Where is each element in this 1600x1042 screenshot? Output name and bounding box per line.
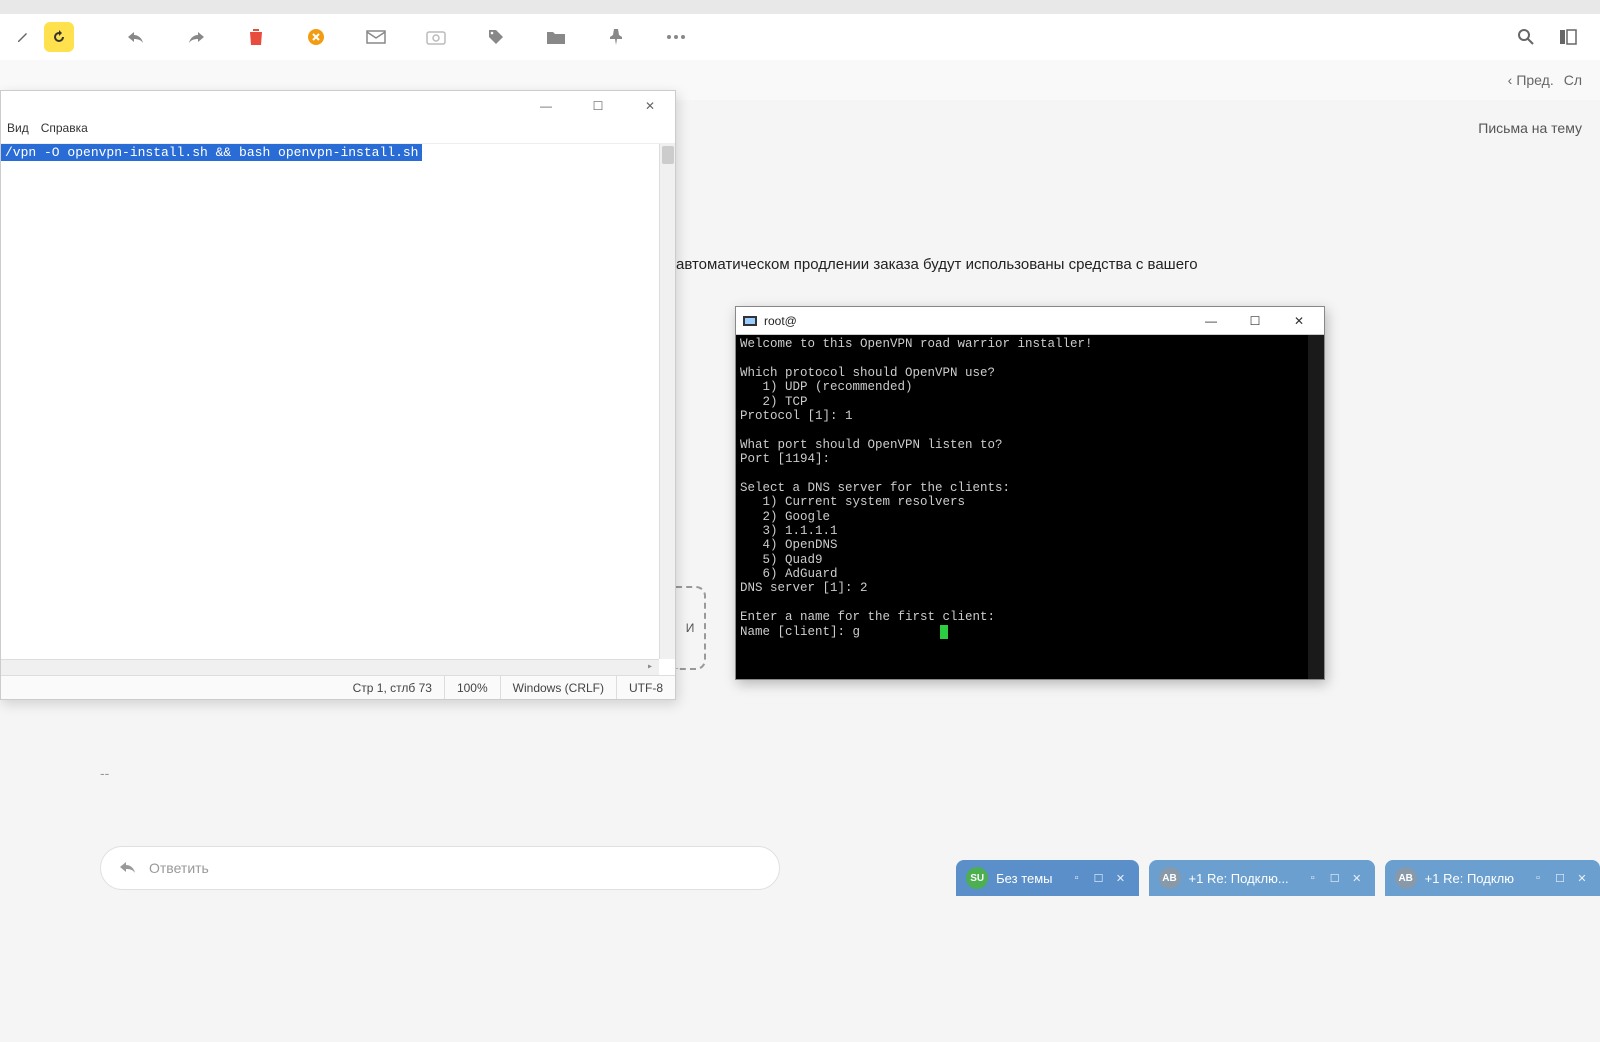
minimize-button[interactable]: — — [529, 95, 563, 117]
email-body-fragment: автоматическом продлении заказа будут ис… — [676, 256, 1198, 273]
dropzone-letter: И — [686, 621, 695, 635]
status-eol: Windows (CRLF) — [501, 676, 617, 699]
term-minimize-button[interactable]: — — [1192, 310, 1230, 332]
terminal-output: Welcome to this OpenVPN road warrior ins… — [740, 337, 1093, 639]
notepad-window: — ☐ ✕ Вид Справка /vpn -O openvpn-instal… — [0, 90, 676, 700]
tab-maximize-icon[interactable]: ☐ — [1091, 870, 1107, 886]
notepad-content[interactable]: /vpn -O openvpn-install.sh && bash openv… — [1, 143, 675, 675]
horizontal-scrollbar[interactable]: ▸ — [1, 659, 659, 675]
term-vertical-scrollbar[interactable] — [1308, 335, 1324, 679]
status-position: Стр 1, стлб 73 — [341, 676, 445, 699]
forward-icon[interactable] — [184, 25, 208, 49]
tab-maximize-icon[interactable]: ☐ — [1327, 870, 1343, 886]
menu-view[interactable]: Вид — [7, 121, 29, 143]
tab-avatar-badge: SU — [966, 867, 988, 889]
task-tabs: SU Без темы ▫ ☐ ✕ AB +1 Re: Подклю... ▫ ☐ ✕ AB +1 R… — [956, 860, 1600, 896]
term-maximize-button[interactable]: ☐ — [1236, 310, 1274, 332]
tab-minimize-icon[interactable]: ▫ — [1305, 870, 1321, 886]
notepad-menubar: Вид Справка — [1, 121, 675, 143]
close-button[interactable]: ✕ — [633, 95, 667, 117]
mail-toolbar — [0, 14, 1600, 60]
status-zoom: 100% — [445, 676, 501, 699]
mail-icon[interactable] — [364, 25, 388, 49]
tab-label: Без темы — [996, 871, 1052, 886]
chevron-left-icon: ‹ — [1508, 72, 1513, 88]
signature-dash: -- — [100, 765, 109, 781]
attachment-dropzone-peek: И — [676, 586, 706, 670]
reply-arrow-icon — [119, 860, 137, 877]
prev-label: Пред. — [1516, 72, 1553, 88]
tab-close-icon[interactable]: ✕ — [1574, 870, 1590, 886]
vertical-scrollbar[interactable] — [659, 144, 675, 659]
terminal-body[interactable]: Welcome to this OpenVPN road warrior ins… — [736, 335, 1324, 679]
tab-label: +1 Re: Подклю... — [1189, 871, 1289, 886]
reply-placeholder: Ответить — [149, 860, 209, 876]
pin-icon[interactable] — [604, 25, 628, 49]
refresh-button[interactable] — [44, 22, 74, 52]
status-encoding: UTF-8 — [617, 676, 675, 699]
tab-maximize-icon[interactable]: ☐ — [1552, 870, 1568, 886]
task-tab[interactable]: SU Без темы ▫ ☐ ✕ — [956, 860, 1138, 896]
search-icon[interactable] — [1514, 25, 1538, 49]
next-link-partial[interactable]: Сл — [1564, 72, 1582, 88]
panel-toggle-icon[interactable] — [1556, 25, 1580, 49]
more-icon[interactable] — [664, 25, 688, 49]
terminal-window: root@ — ☐ ✕ Welcome to this OpenVPN road… — [735, 306, 1325, 680]
tag-icon[interactable] — [484, 25, 508, 49]
tab-avatar-badge: AB — [1395, 867, 1417, 889]
notepad-titlebar[interactable]: — ☐ ✕ — [1, 91, 675, 121]
camera-icon[interactable] — [424, 25, 448, 49]
notepad-statusbar: Стр 1, стлб 73 100% Windows (CRLF) UTF-8 — [1, 675, 675, 699]
tab-minimize-icon[interactable]: ▫ — [1069, 870, 1085, 886]
browser-top-strip — [0, 0, 1600, 14]
reply-icon[interactable] — [124, 25, 148, 49]
putty-icon — [742, 313, 758, 329]
compose-button[interactable] — [8, 22, 38, 52]
tab-label: +1 Re: Подклю — [1425, 871, 1514, 886]
spam-icon[interactable] — [304, 25, 328, 49]
thread-section-label: Письма на тему — [1478, 120, 1582, 136]
folder-icon[interactable] — [544, 25, 568, 49]
terminal-titlebar[interactable]: root@ — ☐ ✕ — [736, 307, 1324, 335]
tab-close-icon[interactable]: ✕ — [1349, 870, 1365, 886]
maximize-button[interactable]: ☐ — [581, 95, 615, 117]
terminal-cursor — [940, 625, 948, 639]
task-tab[interactable]: AB +1 Re: Подклю ▫ ☐ ✕ — [1385, 860, 1600, 896]
term-close-button[interactable]: ✕ — [1280, 310, 1318, 332]
tab-minimize-icon[interactable]: ▫ — [1530, 870, 1546, 886]
selected-text[interactable]: /vpn -O openvpn-install.sh && bash openv… — [1, 144, 422, 161]
delete-icon[interactable] — [244, 25, 268, 49]
terminal-title: root@ — [764, 314, 797, 328]
menu-help[interactable]: Справка — [41, 121, 88, 143]
prev-link[interactable]: ‹ Пред. — [1508, 72, 1554, 88]
reply-bar[interactable]: Ответить — [100, 846, 780, 890]
tab-close-icon[interactable]: ✕ — [1113, 870, 1129, 886]
tab-avatar-badge: AB — [1159, 867, 1181, 889]
task-tab[interactable]: AB +1 Re: Подклю... ▫ ☐ ✕ — [1149, 860, 1375, 896]
